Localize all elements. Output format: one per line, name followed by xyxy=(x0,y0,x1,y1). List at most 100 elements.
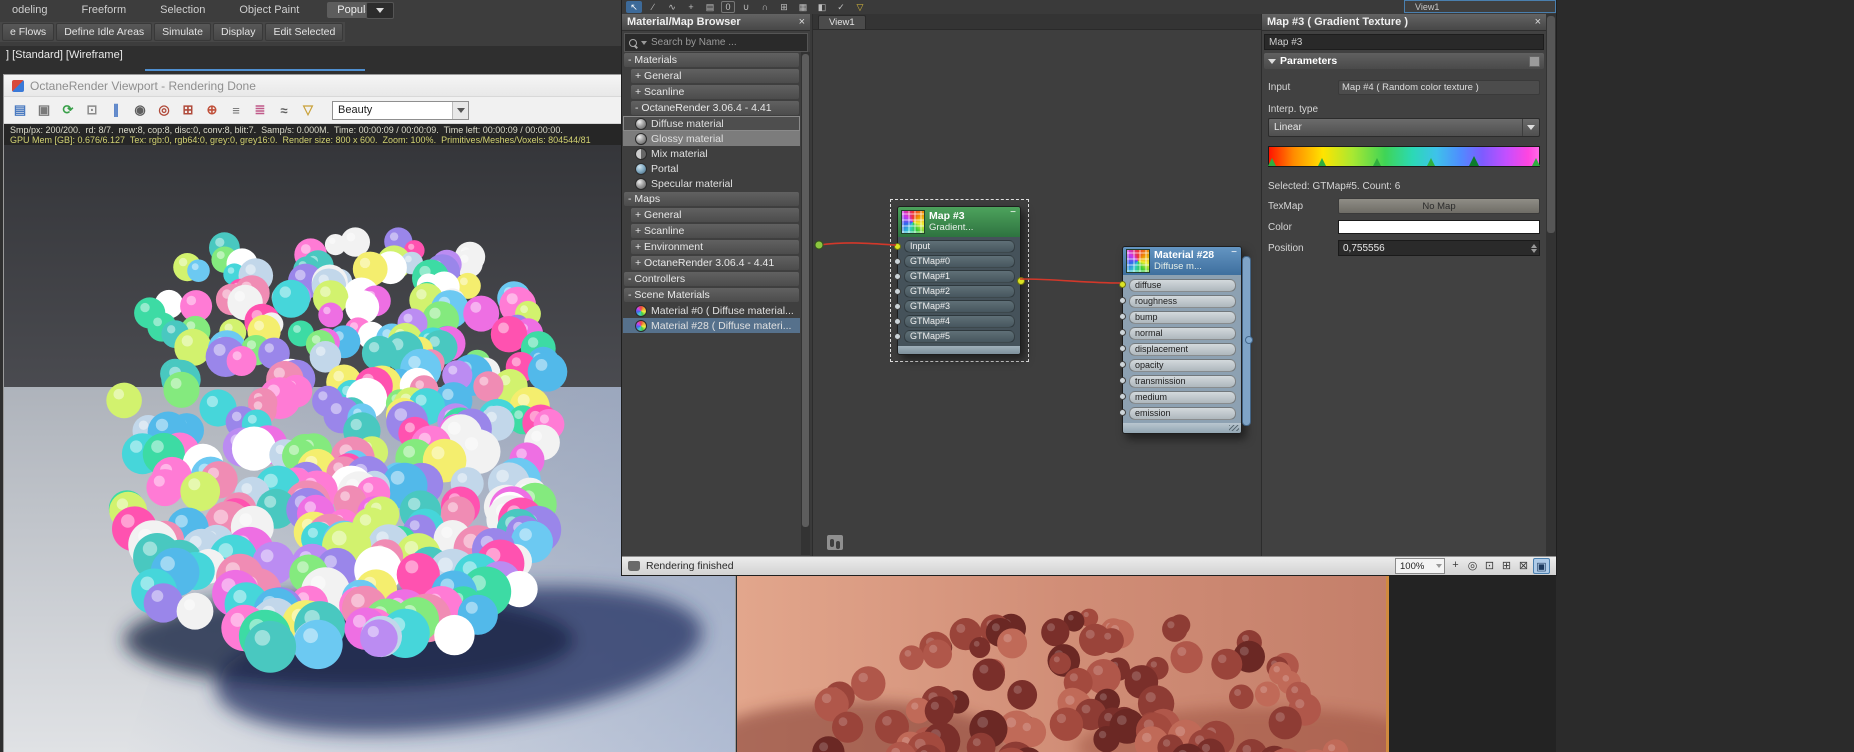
browser-item-specular-material[interactable]: Specular material xyxy=(623,176,800,191)
zoom-extents-icon[interactable]: ⊞ xyxy=(1499,558,1514,572)
browser-section-octanerender-3-06-4-4-41[interactable]: - OctaneRender 3.06.4 - 4.41 xyxy=(631,101,799,115)
slot-socket[interactable] xyxy=(894,272,901,280)
slot-socket[interactable] xyxy=(1119,281,1126,288)
position-spinner[interactable]: 0,755556 xyxy=(1338,240,1540,256)
floating-view-tab[interactable]: View1 xyxy=(1404,0,1556,13)
angle-snap-icon[interactable]: ∩ xyxy=(757,1,773,13)
copy-image-icon[interactable]: ▣ xyxy=(34,101,54,119)
close-icon[interactable]: × xyxy=(799,16,805,28)
input-socket-offscreen[interactable] xyxy=(814,240,824,250)
gradient-flag-2[interactable] xyxy=(1372,158,1381,166)
render-passes-icon[interactable]: ≣ xyxy=(250,101,270,119)
ribbon-button-display[interactable]: Display xyxy=(213,23,264,41)
zoom-level-dropdown[interactable]: 100% xyxy=(1395,558,1445,574)
node-canvas[interactable]: Map #3 Gradient... − Input GTMap#0 GTMap#1… xyxy=(813,30,1261,556)
zoom-region-icon[interactable]: ⊡ xyxy=(1482,558,1497,572)
pause-render-icon[interactable]: ∥ xyxy=(106,101,126,119)
navigator-icon[interactable] xyxy=(827,535,843,550)
slot-bump[interactable]: bump xyxy=(1119,309,1241,325)
browser-section-maps[interactable]: - Maps xyxy=(624,192,799,206)
zoom-tool-icon[interactable]: ◎ xyxy=(1465,558,1480,572)
gradient-flag-1[interactable] xyxy=(1318,158,1327,166)
ribbon-button-simulate[interactable]: Simulate xyxy=(154,23,212,41)
collapse-icon[interactable]: − xyxy=(1010,207,1016,218)
slot-gtmap-5[interactable]: GTMap#5 xyxy=(894,329,1020,344)
slot-gtmap-1[interactable]: GTMap#1 xyxy=(894,269,1020,284)
slot-transmission[interactable]: transmission xyxy=(1119,373,1241,389)
connect-tool-icon[interactable]: ∿ xyxy=(664,1,680,13)
output-socket[interactable] xyxy=(1017,276,1025,285)
node-map3-footer[interactable] xyxy=(898,346,1020,354)
validate-icon[interactable]: ✓ xyxy=(833,1,849,13)
browser-section-scanline[interactable]: + Scanline xyxy=(631,85,799,99)
slot-socket[interactable] xyxy=(1119,297,1126,304)
params-scrollbar[interactable] xyxy=(1546,14,1556,556)
color-swatch[interactable] xyxy=(1338,220,1540,234)
zoom-extents-selected-icon[interactable]: ⊠ xyxy=(1516,558,1531,572)
browser-section-general[interactable]: + General xyxy=(631,69,799,83)
input-map-button[interactable]: Map #4 ( Random color texture ) xyxy=(1338,80,1540,95)
browser-item-material-0-diffuse-material[interactable]: Material #0 ( Diffuse material... xyxy=(623,303,800,318)
ribbon-tab-selection[interactable]: Selection xyxy=(154,2,211,18)
slot-medium[interactable]: medium xyxy=(1119,389,1241,405)
slot-opacity[interactable]: opacity xyxy=(1119,357,1241,373)
pencil-tool-icon[interactable]: ∕ xyxy=(645,1,661,13)
slot-socket[interactable] xyxy=(894,257,901,265)
ribbon-button-edit-selected[interactable]: Edit Selected xyxy=(265,23,344,41)
film-settings-icon[interactable]: ≡ xyxy=(226,101,246,119)
browser-scrollbar[interactable] xyxy=(801,52,810,555)
slot-gtmap-4[interactable]: GTMap#4 xyxy=(894,314,1020,329)
collapse-icon[interactable]: − xyxy=(1231,247,1237,258)
grid-view-icon[interactable]: ⊞ xyxy=(776,1,792,13)
select-tool-icon[interactable]: ↖ xyxy=(626,1,642,13)
browser-item-mix-material[interactable]: Mix material xyxy=(623,146,800,161)
gradient-flag-0[interactable] xyxy=(1268,158,1277,166)
render-pass-dropdown[interactable]: Beauty xyxy=(332,100,469,120)
browser-item-glossy-material[interactable]: Glossy material xyxy=(623,131,800,146)
slot-socket[interactable] xyxy=(1119,393,1126,400)
slot-socket[interactable] xyxy=(894,332,901,340)
ribbon-tab-object-paint[interactable]: Object Paint xyxy=(233,2,305,18)
slot-input[interactable]: Input xyxy=(894,239,1020,254)
camera-icon[interactable]: ◉ xyxy=(130,101,150,119)
render-priority-icon[interactable]: ▽ xyxy=(298,101,318,119)
map-name-field[interactable]: Map #3 xyxy=(1264,34,1544,50)
browser-item-diffuse-material[interactable]: Diffuse material xyxy=(623,116,800,131)
pan-tool-icon[interactable]: + xyxy=(683,1,699,13)
parameters-rollout[interactable]: Parameters xyxy=(1264,53,1544,69)
node-map3[interactable]: Map #3 Gradient... − Input GTMap#0 GTMap#1… xyxy=(894,206,1025,355)
slot-displacement[interactable]: displacement xyxy=(1119,341,1241,357)
slot-gtmap-3[interactable]: GTMap#3 xyxy=(894,299,1020,314)
params-titlebar[interactable]: Map #3 ( Gradient Texture ) × xyxy=(1262,14,1546,31)
browser-titlebar[interactable]: Material/Map Browser × xyxy=(622,14,810,31)
browser-item-portal[interactable]: Portal xyxy=(623,161,800,176)
slot-socket[interactable] xyxy=(894,287,901,295)
search-input[interactable]: Search by Name ... xyxy=(651,37,737,48)
layout-icon[interactable]: ▤ xyxy=(702,1,718,13)
background-viewport-render[interactable] xyxy=(737,575,1388,752)
slot-socket[interactable] xyxy=(1119,409,1126,416)
material-preview-icon[interactable]: ▦ xyxy=(795,1,811,13)
close-icon[interactable]: × xyxy=(1535,16,1541,28)
camera-target-icon[interactable]: ◎ xyxy=(154,101,174,119)
gradient-flag-4[interactable] xyxy=(1468,156,1479,166)
browser-section-controllers[interactable]: - Controllers xyxy=(624,272,799,286)
browser-section-general[interactable]: + General xyxy=(631,208,799,222)
browser-item-material-28-diffuse-materi[interactable]: Material #28 ( Diffuse materi... xyxy=(623,318,800,333)
lock-resolution-icon[interactable]: ⊡ xyxy=(82,101,102,119)
slot-socket[interactable] xyxy=(1119,345,1126,352)
output-socket[interactable] xyxy=(1245,336,1253,344)
flask-icon[interactable]: ▽ xyxy=(852,1,868,13)
browser-section-octanerender-3-06-4-4-41[interactable]: + OctaneRender 3.06.4 - 4.41 xyxy=(631,256,799,270)
zoom-100-icon[interactable]: ▣ xyxy=(1533,558,1550,574)
pan-hand-icon[interactable]: + xyxy=(1448,558,1463,572)
slot-roughness[interactable]: roughness xyxy=(1119,293,1241,309)
slot-socket[interactable] xyxy=(1119,377,1126,384)
gradient-ramp[interactable] xyxy=(1268,146,1540,173)
zero-badge[interactable]: 0 xyxy=(721,1,735,13)
slot-socket[interactable] xyxy=(1119,313,1126,320)
slot-socket[interactable] xyxy=(894,242,901,250)
interp-type-dropdown[interactable]: Linear xyxy=(1268,118,1540,137)
ribbon-overflow-button[interactable] xyxy=(366,2,394,19)
slot-socket[interactable] xyxy=(1119,329,1126,336)
